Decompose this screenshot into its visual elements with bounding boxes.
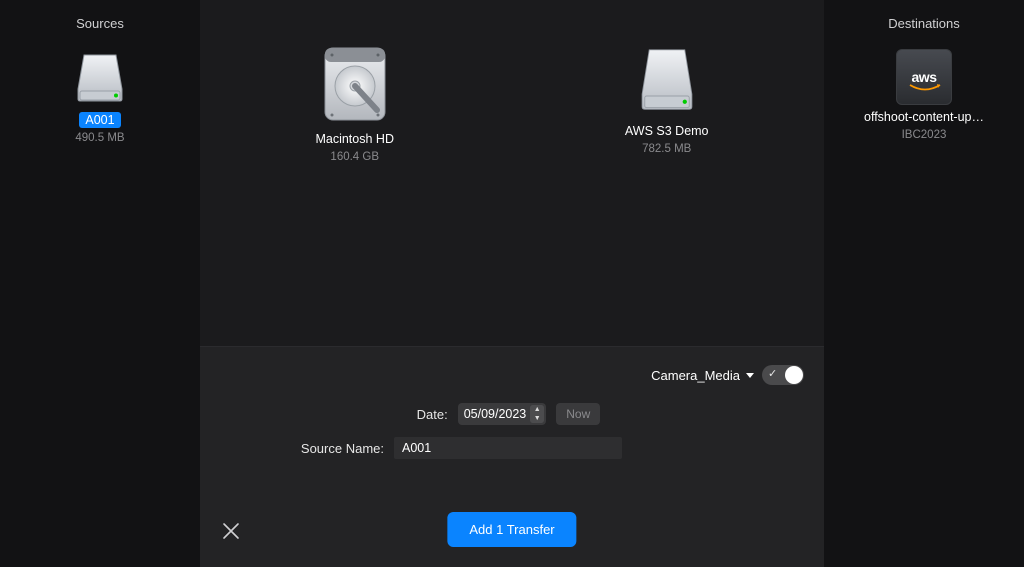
date-label: Date: — [264, 407, 448, 422]
aws-icon: aws — [896, 49, 952, 105]
date-stepper[interactable]: ▲ ▼ — [530, 405, 544, 423]
drive-size: 160.4 GB — [330, 151, 379, 163]
destination-drive-sub: IBC2023 — [902, 129, 947, 141]
source-drive-size: 490.5 MB — [75, 132, 124, 144]
preset-bar: Camera_Media ✓ — [651, 365, 804, 385]
now-button[interactable]: Now — [556, 403, 600, 425]
close-button[interactable] — [222, 522, 240, 543]
date-field[interactable]: 05/09/2023 ▲ ▼ — [458, 403, 547, 425]
center-drive-aws-s3-demo[interactable]: AWS S3 Demo 782.5 MB — [619, 44, 715, 155]
sources-panel: Sources A001 490.5 MB — [0, 0, 200, 567]
source-drive-label: A001 — [79, 112, 120, 128]
chevron-down-icon — [746, 373, 754, 378]
destination-drive-label: offshoot-content-up… — [858, 109, 990, 125]
preset-toggle[interactable]: ✓ — [762, 365, 804, 385]
form-area: Date: 05/09/2023 ▲ ▼ Now Source Name: — [200, 403, 824, 459]
hdd-removable-icon — [635, 44, 699, 119]
preset-dropdown[interactable]: Camera_Media — [651, 368, 754, 383]
date-row: Date: 05/09/2023 ▲ ▼ Now — [264, 403, 761, 425]
stepper-down-icon[interactable]: ▼ — [530, 414, 544, 423]
hdd-internal-icon — [319, 44, 391, 127]
transfer-form-panel: Camera_Media ✓ Date: 05/09/2023 ▲ ▼ Now — [200, 347, 824, 567]
center-area: Macintosh HD 160.4 GB AWS S3 Demo 782.5 … — [200, 0, 824, 567]
hdd-removable-icon — [72, 49, 128, 108]
sources-header: Sources — [0, 10, 200, 49]
destinations-header: Destinations — [824, 10, 1024, 49]
drive-size: 782.5 MB — [642, 143, 691, 155]
close-icon — [222, 522, 240, 540]
aws-smile-icon — [909, 84, 941, 92]
center-drive-grid: Macintosh HD 160.4 GB AWS S3 Demo 782.5 … — [200, 0, 824, 347]
destination-drive[interactable]: aws offshoot-content-up… IBC2023 — [824, 49, 1024, 141]
drive-label: Macintosh HD — [309, 131, 400, 147]
destinations-panel: Destinations aws offshoot-content-up… IB… — [824, 0, 1024, 567]
toggle-knob — [785, 366, 803, 384]
center-drive-macintosh-hd[interactable]: Macintosh HD 160.4 GB — [309, 44, 400, 163]
preset-name: Camera_Media — [651, 368, 740, 383]
stepper-up-icon[interactable]: ▲ — [530, 405, 544, 414]
source-name-label: Source Name: — [200, 441, 384, 456]
source-drive[interactable]: A001 490.5 MB — [0, 49, 200, 144]
source-name-row: Source Name: — [200, 437, 824, 459]
drive-label: AWS S3 Demo — [619, 123, 715, 139]
date-value: 05/09/2023 — [464, 407, 527, 421]
aws-logo-text: aws — [912, 69, 937, 85]
check-icon: ✓ — [768, 367, 777, 380]
source-name-input[interactable] — [394, 437, 622, 459]
add-transfer-button[interactable]: Add 1 Transfer — [447, 512, 576, 547]
